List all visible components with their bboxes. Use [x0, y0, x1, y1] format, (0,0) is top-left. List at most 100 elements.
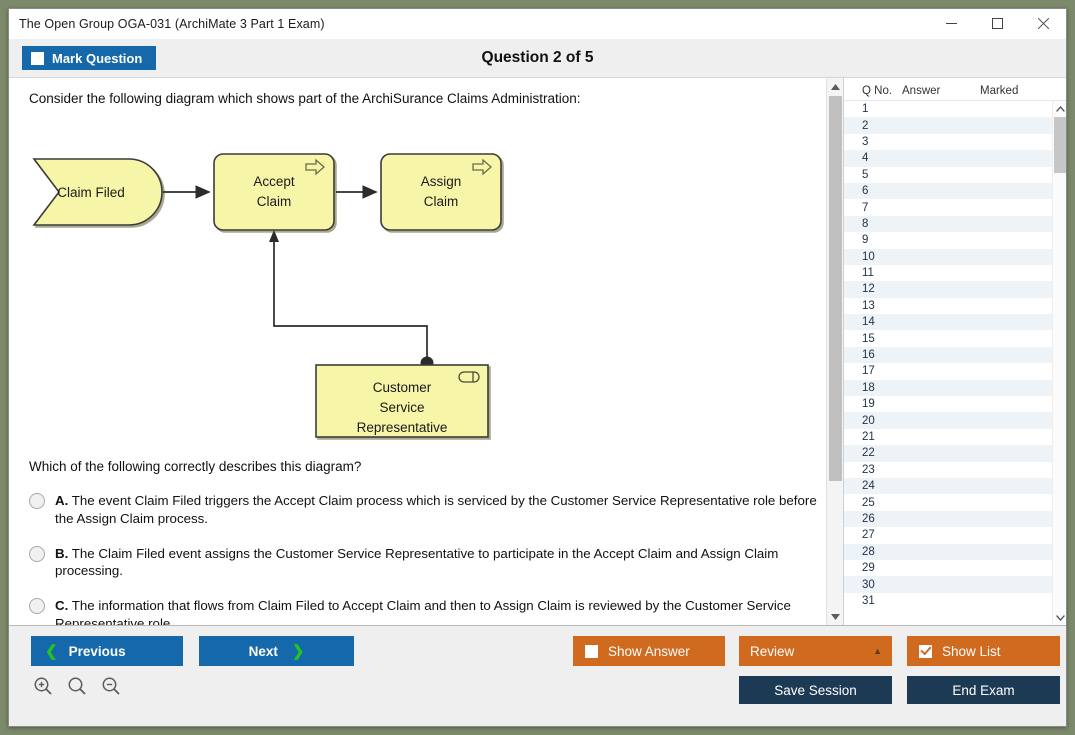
row-question-number: 15	[844, 333, 884, 345]
row-question-number: 19	[844, 398, 884, 410]
mark-question-checkbox[interactable]	[31, 52, 44, 65]
table-row[interactable]: 30	[844, 576, 1052, 592]
row-question-number: 24	[844, 480, 884, 492]
diagram-label-csr-1: Customer	[373, 380, 432, 395]
table-row[interactable]: 15	[844, 330, 1052, 346]
list-scroll-down-button[interactable]	[1053, 610, 1066, 625]
end-exam-button[interactable]: End Exam	[907, 676, 1060, 704]
scroll-thumb[interactable]	[829, 96, 842, 481]
answer-radio-b[interactable]	[29, 546, 45, 562]
table-row[interactable]: 23	[844, 462, 1052, 478]
row-question-number: 1	[844, 103, 884, 115]
show-answer-label: Show Answer	[608, 644, 690, 659]
table-row[interactable]: 6	[844, 183, 1052, 199]
minimize-button[interactable]	[928, 9, 974, 39]
row-question-number: 29	[844, 562, 884, 574]
question-list-pane: Q No. Answer Marked 12345678910111213141…	[843, 78, 1066, 625]
chevron-left-icon: ❮	[45, 644, 58, 659]
table-row[interactable]: 26	[844, 511, 1052, 527]
row-question-number: 5	[844, 169, 884, 181]
close-icon	[1038, 18, 1049, 29]
main-body: Consider the following diagram which sho…	[9, 78, 1066, 625]
table-row[interactable]: 21	[844, 429, 1052, 445]
table-row[interactable]: 13	[844, 298, 1052, 314]
diagram-label-csr-2: Service	[379, 400, 424, 415]
connection-serving	[274, 236, 427, 359]
diagram-node-assign-claim[interactable]: Assign Claim	[381, 154, 501, 230]
review-label: Review	[750, 644, 794, 659]
diagram-node-claim-filed[interactable]: Claim Filed	[34, 159, 162, 225]
next-button[interactable]: Next ❯	[199, 636, 354, 666]
chevron-down-icon	[1056, 615, 1065, 621]
answer-radio-c[interactable]	[29, 598, 45, 614]
table-row[interactable]: 3	[844, 134, 1052, 150]
list-scroll-up-button[interactable]	[1053, 101, 1066, 116]
zoom-out-icon[interactable]	[101, 676, 121, 696]
table-row[interactable]: 18	[844, 380, 1052, 396]
table-row[interactable]: 2	[844, 117, 1052, 133]
answer-radio-a[interactable]	[29, 493, 45, 509]
table-row[interactable]: 25	[844, 494, 1052, 510]
table-row[interactable]: 29	[844, 560, 1052, 576]
table-row[interactable]: 8	[844, 216, 1052, 232]
table-row[interactable]: 16	[844, 347, 1052, 363]
table-row[interactable]: 14	[844, 314, 1052, 330]
table-row[interactable]: 1	[844, 101, 1052, 117]
row-question-number: 31	[844, 595, 884, 607]
question-list-scrollbar[interactable]	[1052, 101, 1066, 625]
table-row[interactable]: 19	[844, 396, 1052, 412]
table-row[interactable]: 24	[844, 478, 1052, 494]
question-list-rows: 1234567891011121314151617181920212223242…	[844, 101, 1052, 609]
table-row[interactable]: 27	[844, 527, 1052, 543]
row-question-number: 25	[844, 497, 884, 509]
table-row[interactable]: 22	[844, 445, 1052, 461]
show-list-button[interactable]: Show List	[907, 636, 1060, 666]
table-row[interactable]: 4	[844, 150, 1052, 166]
show-list-checkbox[interactable]	[919, 645, 932, 658]
table-row[interactable]: 11	[844, 265, 1052, 281]
answer-option-c[interactable]: C. The information that flows from Claim…	[29, 597, 829, 625]
diagram-node-accept-claim[interactable]: Accept Claim	[214, 154, 334, 230]
previous-button[interactable]: ❮ Previous	[31, 636, 183, 666]
row-question-number: 11	[844, 267, 884, 279]
connection-serving-arrowhead	[269, 230, 279, 242]
column-header-qno: Q No.	[844, 85, 902, 97]
show-answer-checkbox[interactable]	[585, 645, 598, 658]
answer-option-b[interactable]: B. The Claim Filed event assigns the Cus…	[29, 545, 829, 580]
show-answer-button[interactable]: Show Answer	[573, 636, 725, 666]
list-scroll-thumb[interactable]	[1054, 117, 1066, 173]
row-question-number: 6	[844, 185, 884, 197]
row-question-number: 22	[844, 447, 884, 459]
table-row[interactable]: 9	[844, 232, 1052, 248]
end-exam-label: End Exam	[952, 683, 1014, 698]
table-row[interactable]: 10	[844, 249, 1052, 265]
maximize-button[interactable]	[974, 9, 1020, 39]
scroll-up-button[interactable]	[827, 78, 843, 95]
table-row[interactable]: 28	[844, 544, 1052, 560]
mark-question-button[interactable]: Mark Question	[22, 46, 156, 70]
column-header-marked: Marked	[980, 85, 1050, 97]
table-row[interactable]: 7	[844, 199, 1052, 215]
column-header-answer: Answer	[902, 85, 980, 97]
question-intro-text: Consider the following diagram which sho…	[29, 90, 829, 108]
window-controls	[928, 9, 1066, 39]
zoom-reset-icon[interactable]	[67, 676, 87, 696]
question-pane-scrollbar[interactable]	[826, 78, 843, 625]
scroll-down-button[interactable]	[827, 608, 843, 625]
table-row[interactable]: 20	[844, 412, 1052, 428]
table-row[interactable]: 12	[844, 281, 1052, 297]
close-button[interactable]	[1020, 9, 1066, 39]
table-row[interactable]: 5	[844, 167, 1052, 183]
row-question-number: 23	[844, 464, 884, 476]
table-row[interactable]: 17	[844, 363, 1052, 379]
review-dropdown[interactable]: Review ▲	[739, 636, 892, 666]
diagram-label-assign-claim-1: Assign	[421, 174, 462, 189]
zoom-toolbar	[33, 676, 121, 696]
zoom-in-icon[interactable]	[33, 676, 53, 696]
answer-option-a[interactable]: A. The event Claim Filed triggers the Ac…	[29, 492, 829, 527]
save-session-button[interactable]: Save Session	[739, 676, 892, 704]
diagram-label-assign-claim-2: Claim	[424, 194, 459, 209]
table-row[interactable]: 31	[844, 593, 1052, 609]
save-session-label: Save Session	[774, 683, 857, 698]
diagram-node-customer-service-representative[interactable]: Customer Service Representative	[316, 365, 488, 437]
